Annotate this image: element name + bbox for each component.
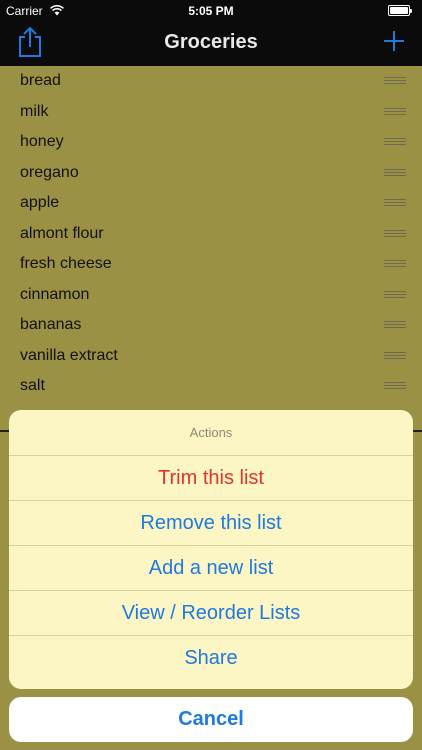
remove-list-button[interactable]: Remove this list: [9, 501, 413, 546]
cancel-button[interactable]: Cancel: [9, 697, 413, 742]
list-item[interactable]: bananas: [0, 310, 422, 341]
reorder-lists-button[interactable]: View / Reorder Lists: [9, 591, 413, 636]
list-item[interactable]: milk: [0, 97, 422, 128]
item-label: almont flour: [20, 224, 104, 242]
reorder-grip-icon[interactable]: [384, 321, 406, 330]
list-item[interactable]: honey: [0, 127, 422, 158]
reorder-grip-icon[interactable]: [384, 77, 406, 86]
item-label: vanilla extract: [20, 346, 118, 364]
list-item[interactable]: oregano: [0, 158, 422, 189]
reorder-grip-icon[interactable]: [384, 107, 406, 117]
list-item[interactable]: salt: [0, 371, 422, 402]
reorder-grip-icon[interactable]: [384, 382, 406, 391]
plus-icon[interactable]: [384, 31, 404, 51]
top-bar: Carrier 5:05 PM Groceries: [0, 0, 422, 66]
share-button[interactable]: Share: [9, 636, 413, 681]
action-sheet: Actions Trim this list Remove this list …: [9, 410, 413, 689]
status-time: 5:05 PM: [188, 4, 234, 18]
item-label: bananas: [20, 316, 82, 334]
item-label: cinnamon: [20, 285, 90, 303]
list-item[interactable]: fresh cheese: [0, 249, 422, 280]
list-item[interactable]: almont flour: [0, 219, 422, 250]
item-label: oregano: [20, 163, 79, 181]
list-item[interactable]: apple: [0, 188, 422, 219]
item-label: fresh cheese: [20, 255, 112, 273]
action-sheet-title: Actions: [9, 410, 413, 456]
list-item[interactable]: cinnamon: [0, 280, 422, 311]
reorder-grip-icon[interactable]: [384, 260, 406, 269]
list-item[interactable]: bread: [0, 66, 422, 97]
reorder-grip-icon[interactable]: [384, 199, 406, 208]
item-label: bread: [20, 72, 61, 90]
battery-icon: [388, 5, 412, 16]
page-title: Groceries: [164, 31, 258, 53]
status-bar: Carrier 5:05 PM: [0, 0, 422, 22]
reorder-grip-icon[interactable]: [384, 229, 406, 239]
add-list-button[interactable]: Add a new list: [9, 546, 413, 591]
item-label: salt: [20, 377, 45, 395]
item-label: milk: [20, 102, 49, 120]
reorder-grip-icon[interactable]: [384, 168, 406, 178]
reorder-grip-icon[interactable]: [384, 138, 406, 147]
reorder-grip-icon[interactable]: [384, 351, 406, 361]
reorder-grip-icon[interactable]: [384, 290, 406, 300]
item-label: apple: [20, 194, 60, 212]
item-label: honey: [20, 133, 64, 151]
trim-list-button[interactable]: Trim this list: [9, 456, 413, 501]
list-item[interactable]: vanilla extract: [0, 341, 422, 372]
